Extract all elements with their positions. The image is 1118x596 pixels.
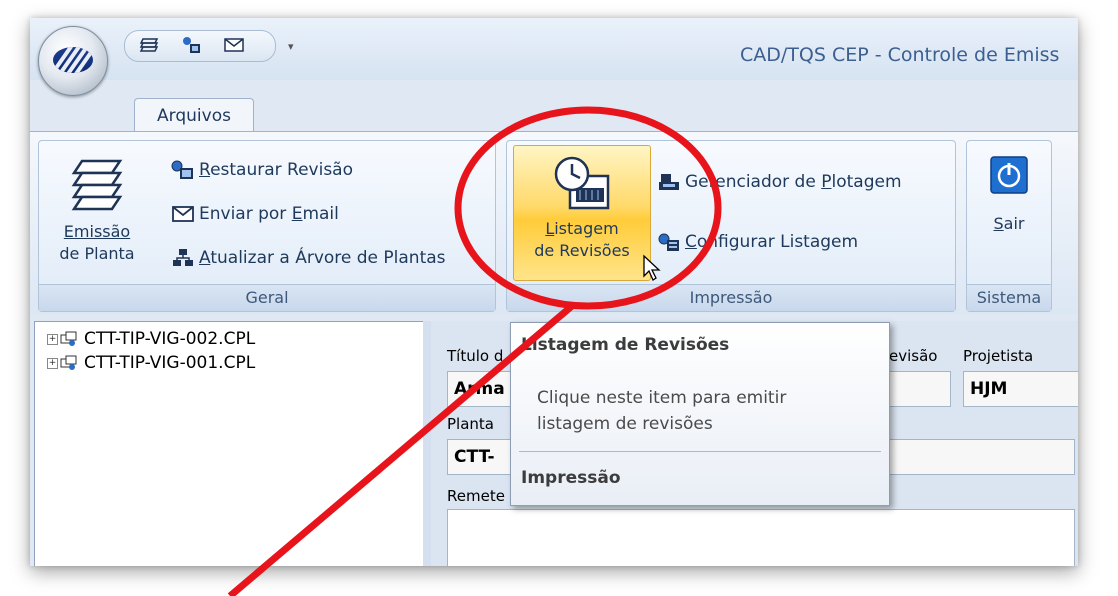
atualizar-arvore-button[interactable]: Atualizar a Árvore de Plantas <box>171 245 446 271</box>
emissao-label: Emissão de Planta <box>59 222 135 263</box>
layers-icon[interactable] <box>139 35 161 55</box>
application-window: CAD/TQS CEP - Controle de Emiss ▾ Arquiv… <box>30 18 1078 566</box>
titulo-label: Título d <box>447 347 504 365</box>
configurar-listagem-button[interactable]: Configurar Listagem <box>657 229 858 255</box>
remetente-field[interactable] <box>447 509 1075 566</box>
restore-revision-icon[interactable] <box>181 35 203 55</box>
listagem-de-revisoes-button[interactable]: Listagem de Revisões <box>513 145 651 281</box>
ribbon-group-geral: Emissão de Planta Restaurar Revisão Envi… <box>38 140 496 312</box>
group-label-sistema: Sistema <box>967 284 1051 311</box>
window-title: CAD/TQS CEP - Controle de Emiss <box>740 44 1060 66</box>
ribbon-group-sistema: Sair Sistema <box>966 140 1052 312</box>
expand-icon[interactable]: + <box>47 333 58 345</box>
tooltip-title: Listagem de Revisões <box>521 335 730 355</box>
email-icon <box>172 206 194 222</box>
ribbon-group-impressao: Listagem de Revisões Gerenciador de Plot… <box>506 140 956 312</box>
enviar-por-email-button[interactable]: Enviar por Email <box>171 201 339 227</box>
listagem-tooltip: Listagem de Revisões Clique neste item p… <box>510 322 890 506</box>
revisao-field[interactable] <box>889 371 951 407</box>
planta-label: Planta <box>447 415 494 433</box>
expand-icon[interactable]: + <box>47 357 58 369</box>
listagem-label: Listagem de Revisões <box>534 219 630 260</box>
projetista-field[interactable]: HJM <box>963 371 1078 407</box>
ribbon: Emissão de Planta Restaurar Revisão Envi… <box>30 131 1078 314</box>
tree-refresh-icon <box>173 249 193 266</box>
sair-button[interactable]: Sair <box>973 155 1045 235</box>
mouse-cursor-icon <box>643 254 661 281</box>
tooltip-footer: Impressão <box>521 468 621 488</box>
settings-list-icon <box>658 233 679 251</box>
drawing-stack-icon <box>71 159 123 211</box>
restore-revision-icon <box>171 160 193 179</box>
tooltip-description: Clique neste item para emitir listagem d… <box>537 388 787 434</box>
app-logo-icon <box>53 47 93 73</box>
tree-item[interactable]: + CTT-TIP-VIG-001.CPL <box>47 352 255 374</box>
quick-access-toolbar <box>124 30 276 62</box>
tab-arquivos[interactable]: Arquivos <box>134 98 254 133</box>
tree-item[interactable]: + CTT-TIP-VIG-002.CPL <box>47 328 255 350</box>
printer-manager-icon <box>659 174 679 190</box>
application-menu-button[interactable] <box>38 26 108 96</box>
remetente-label: Remete <box>447 487 505 505</box>
projetista-label: Projetista <box>963 347 1034 365</box>
revisao-label: evisão <box>889 347 938 365</box>
file-group-icon <box>60 331 77 346</box>
group-label-geral: Geral <box>39 284 495 311</box>
plant-tree-view[interactable]: + CTT-TIP-VIG-002.CPL + CTT-TIP-VIG-001.CP… <box>34 321 424 566</box>
customize-toolbar-icon[interactable]: ▾ <box>288 40 294 53</box>
power-icon <box>990 156 1028 194</box>
group-label-impressao: Impressão <box>507 284 955 311</box>
sair-label: Sair <box>993 214 1025 233</box>
emissao-de-planta-button[interactable]: Emissão de Planta <box>49 155 145 265</box>
file-group-icon <box>60 355 77 370</box>
clock-report-icon <box>554 156 610 210</box>
tooltip-divider <box>519 451 881 452</box>
panel-splitter[interactable] <box>423 321 431 566</box>
email-icon[interactable] <box>223 35 245 55</box>
gerenciador-plotagem-button[interactable]: Gerenciador de Plotagem <box>657 169 902 195</box>
restaurar-revisao-button[interactable]: Restaurar Revisão <box>171 157 353 183</box>
